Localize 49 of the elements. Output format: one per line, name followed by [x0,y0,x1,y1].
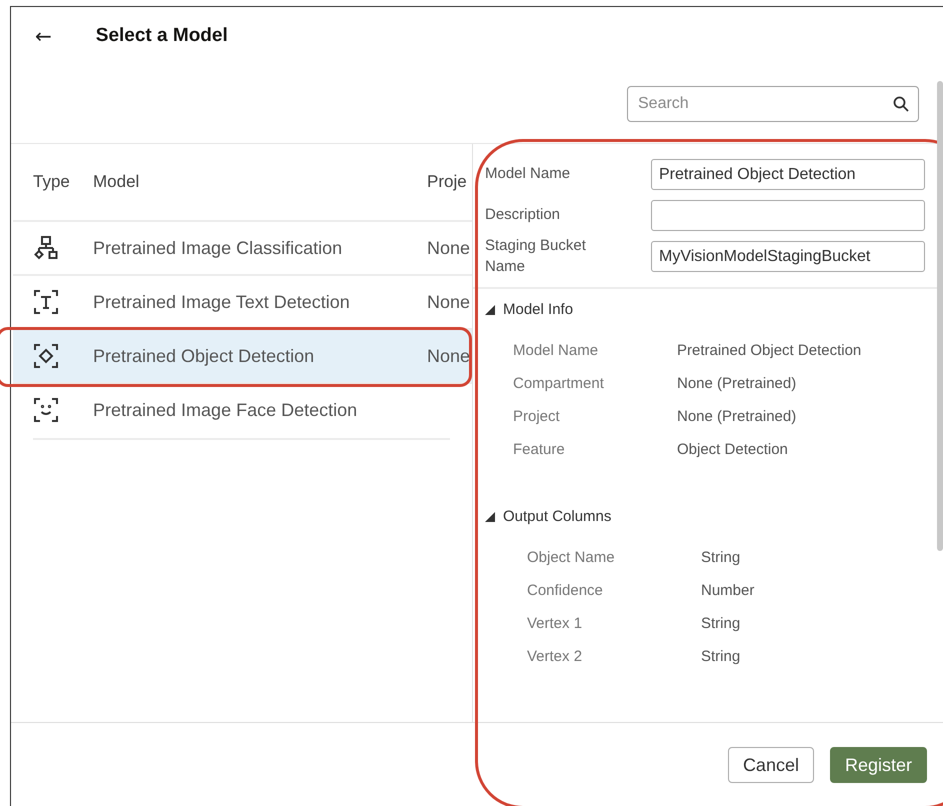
object-frame-icon [33,343,59,369]
model-row[interactable]: Pretrained Image Classification None [13,222,472,276]
text-field[interactable]: MyVisionModelStagingBucket [651,241,925,272]
text-field[interactable]: Pretrained Object Detection [651,159,925,190]
project-cell-text: None [427,292,472,312]
project-cell-text: None [427,238,472,258]
info-value: String [701,615,742,632]
hierarchy-icon [33,235,59,261]
search-field[interactable]: Search [627,86,919,122]
triangle-icon [485,512,495,522]
column-header: Proje [427,172,468,192]
info-label: Object Name [527,549,616,566]
field-label: Description [485,205,562,226]
info-value: Number [701,582,756,599]
field-label: Staging Bucket Name [485,236,587,276]
model-name: Pretrained Object Detection [93,346,316,366]
info-value: String [701,549,742,566]
text-frame-icon [33,289,59,315]
triangle-icon [485,304,495,314]
info-value: Pretrained Object Detection [677,342,862,359]
info-label: Feature [513,441,566,458]
info-label: Confidence [527,582,604,599]
info-value: String [701,648,742,665]
back-link[interactable]: ← [35,24,52,48]
info-label: Vertex 2 [527,648,584,665]
info-value: None (Pretrained) [677,408,798,425]
scrollbar-thumb[interactable] [937,81,943,551]
field-label: Model Name [485,164,572,184]
dialog-title: Select a Model [96,25,228,47]
register-button[interactable]: Register [830,747,927,783]
info-value: Object Detection [677,441,789,458]
info-label: Model Name [513,342,600,359]
section-toggle[interactable]: Model Info [485,301,574,318]
face-frame-icon [33,397,59,423]
column-header: Type [33,172,71,192]
column-header: Model [93,172,140,192]
search-icon[interactable] [893,96,909,112]
model-name: Pretrained Image Face Detection [93,400,358,420]
info-label: Compartment [513,375,605,392]
info-value: None (Pretrained) [677,375,798,392]
info-label: Vertex 1 [527,615,584,632]
text-field[interactable] [651,200,925,231]
project-cell-text: None [427,346,472,366]
model-row[interactable]: Pretrained Image Face Detection [13,384,472,438]
model-name: Pretrained Image Classification [93,238,344,258]
model-name: Pretrained Image Text Detection [93,292,351,312]
section-toggle[interactable]: Output Columns [485,508,612,525]
cancel-button[interactable]: Cancel [728,747,814,783]
info-label: Project [513,408,561,425]
